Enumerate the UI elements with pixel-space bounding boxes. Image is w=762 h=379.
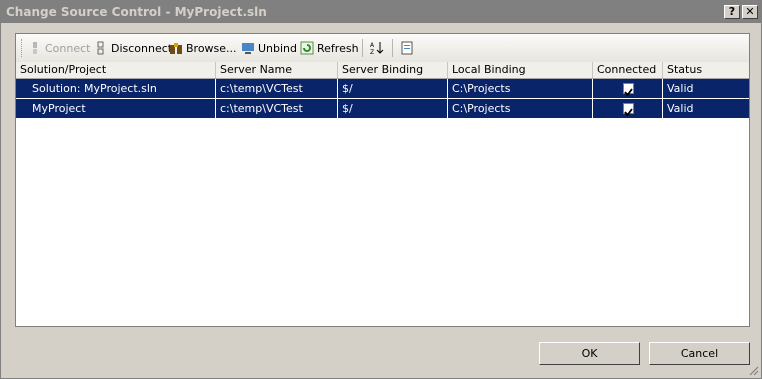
server-binding-cell: $/ <box>338 79 448 98</box>
checkmark-icon <box>624 88 633 97</box>
unbind-button[interactable]: Unbind <box>241 38 297 58</box>
browse-button[interactable]: Browse... <box>169 38 237 58</box>
toolbar-separator <box>362 39 363 57</box>
server-name-cell: c:\temp\VCTest <box>216 99 338 118</box>
column-header-connected[interactable]: Connected <box>593 62 663 78</box>
refresh-button[interactable]: Refresh <box>300 38 359 58</box>
local-binding-cell: C:\Projects <box>448 99 593 118</box>
column-header-server-binding[interactable]: Server Binding <box>338 62 448 78</box>
refresh-icon <box>300 41 314 55</box>
column-header-local-binding[interactable]: Local Binding <box>448 62 593 78</box>
connect-button[interactable]: Connect <box>28 38 90 58</box>
checkmark-icon <box>624 108 633 117</box>
connected-cell <box>593 79 663 98</box>
toolbar: Connect Disconnect Browse... Unbind Refr… <box>16 34 749 63</box>
title-bar: Change Source Control - MyProject.sln ? … <box>1 1 761 23</box>
connected-cell <box>593 99 663 118</box>
toolbar-grip[interactable] <box>21 39 25 57</box>
connected-checkbox[interactable] <box>623 83 634 97</box>
connect-icon <box>33 42 37 54</box>
help-button[interactable]: ? <box>724 5 740 19</box>
column-header-solution-project[interactable]: Solution/Project <box>16 62 216 78</box>
binoculars-icon <box>170 43 182 54</box>
disconnect-label: Disconnect <box>111 41 173 55</box>
browse-label: Browse... <box>186 41 237 55</box>
bindings-panel: Connect Disconnect Browse... Unbind Refr… <box>15 33 750 327</box>
table-row[interactable]: MyProject c:\temp\VCTest $/ C:\Projects … <box>16 99 749 118</box>
change-source-control-dialog: Change Source Control - MyProject.sln ? … <box>0 0 762 379</box>
svg-text:A: A <box>370 42 375 49</box>
column-header-status[interactable]: Status <box>663 62 749 78</box>
toolbar-separator-2 <box>392 39 393 57</box>
status-cell: Valid <box>667 102 694 115</box>
table-row[interactable]: Solution: MyProject.sln c:\temp\VCTest $… <box>16 79 749 98</box>
close-button[interactable]: ✕ <box>742 5 758 19</box>
local-binding-cell: C:\Projects <box>448 79 593 98</box>
sort-button[interactable]: AZ <box>370 38 384 58</box>
properties-icon <box>401 41 413 55</box>
properties-button[interactable] <box>400 38 414 58</box>
solution-project-cell: Solution: MyProject.sln <box>16 79 216 98</box>
disconnect-button[interactable]: Disconnect <box>94 38 172 58</box>
unbind-icon <box>242 43 254 54</box>
refresh-label: Refresh <box>317 41 359 55</box>
svg-text:Z: Z <box>370 49 374 55</box>
server-name-cell: c:\temp\VCTest <box>216 79 338 98</box>
dialog-title: Change Source Control - MyProject.sln <box>6 5 267 19</box>
ok-button[interactable]: OK <box>539 342 640 365</box>
connected-checkbox[interactable] <box>623 103 634 117</box>
status-cell: Valid <box>667 82 694 95</box>
sort-az-icon: AZ <box>370 42 384 55</box>
unbind-label: Unbind <box>258 41 298 55</box>
server-binding-cell: $/ <box>338 99 448 118</box>
column-header-server-name[interactable]: Server Name <box>216 62 338 78</box>
solution-project-cell: MyProject <box>16 99 216 118</box>
table-header: Solution/Project Server Name Server Bind… <box>16 62 749 79</box>
connect-label: Connect <box>45 41 91 55</box>
cancel-button[interactable]: Cancel <box>649 342 750 365</box>
disconnect-icon <box>97 41 104 55</box>
resize-grip-icon[interactable] <box>747 364 759 376</box>
